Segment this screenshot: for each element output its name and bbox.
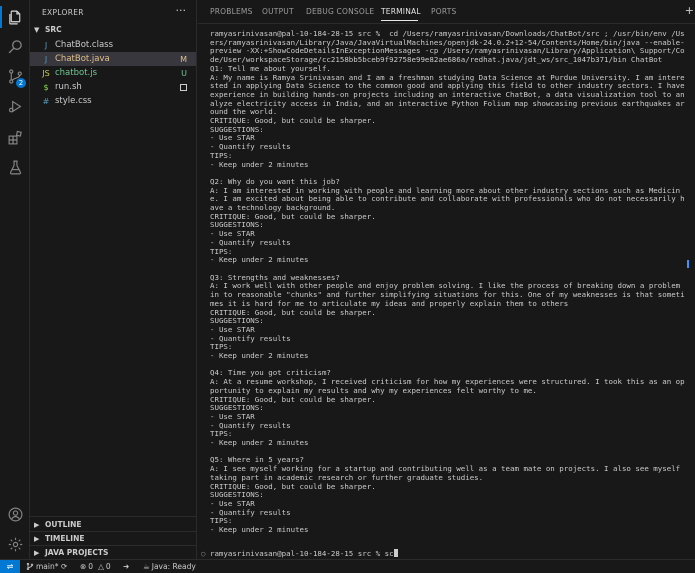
section-timeline[interactable]: ▶ TIMELINE xyxy=(34,534,84,543)
divider xyxy=(30,516,196,517)
tab-problems[interactable]: PROBLEMS xyxy=(210,7,253,16)
tab-ports[interactable]: PORTS xyxy=(431,7,456,16)
run-debug-icon[interactable] xyxy=(5,96,25,116)
explorer-sidebar: EXPLORER ··· ▼ SRC J ChatBot.class J ChatBo… xyxy=(30,0,197,559)
tab-debug-console[interactable]: DEBUG CONSOLE xyxy=(306,7,374,16)
scrollbar-marker[interactable] xyxy=(687,260,689,268)
folder-label: SRC xyxy=(45,25,62,34)
account-icon[interactable] xyxy=(5,504,25,524)
file-type-icon: JS xyxy=(42,68,50,78)
tab-terminal[interactable]: TERMINAL xyxy=(381,7,421,16)
file-item[interactable]: JS chatbot.js U xyxy=(30,66,196,80)
remote-indicator-icon[interactable]: ⇌ xyxy=(0,560,20,573)
port-forward-icon[interactable]: ➜ xyxy=(123,562,129,571)
explorer-title: EXPLORER xyxy=(42,8,84,17)
warning-count: 0 xyxy=(105,562,111,571)
chevron-right-icon: ▶ xyxy=(34,520,40,529)
prompt-text: ramyasrinivasan@pal-10-184-28-15 src % xyxy=(209,549,385,558)
section-label: JAVA PROJECTS xyxy=(45,548,109,557)
file-name: ChatBot.java xyxy=(55,54,110,64)
file-item[interactable]: $ run.sh xyxy=(30,80,196,94)
section-outline[interactable]: ▶ OUTLINE xyxy=(34,520,82,529)
section-java-projects[interactable]: ▶ JAVA PROJECTS xyxy=(34,548,108,557)
file-item[interactable]: J ChatBot.java M xyxy=(30,52,196,66)
java-status-text: Java: Ready xyxy=(151,562,196,571)
terminal-panel: PROBLEMS OUTPUT DEBUG CONSOLE TERMINAL P… xyxy=(198,0,695,559)
git-branch-icon xyxy=(26,562,34,571)
file-type-icon: $ xyxy=(43,82,49,92)
section-label: OUTLINE xyxy=(45,520,82,529)
tab-output[interactable]: OUTPUT xyxy=(262,7,294,16)
sync-icon[interactable]: ⟳ xyxy=(61,562,67,571)
error-icon: ⊗ xyxy=(80,562,87,571)
status-bar: ⇌ main* ⟳ ⊗ 0 △ 0 ➜ ☕ Java: Ready xyxy=(0,559,695,573)
error-count: 0 xyxy=(88,562,94,571)
java-icon: ☕ xyxy=(143,562,150,571)
prompt-circle-icon: ○ xyxy=(201,549,210,558)
file-type-icon: J xyxy=(44,40,48,50)
terminal-prompt[interactable]: ○ ramyasrinivasan@pal-10-184-28-15 src %… xyxy=(201,549,398,558)
active-indicator xyxy=(0,6,2,28)
branch-name: main* xyxy=(36,562,59,571)
branch-indicator[interactable]: main* xyxy=(26,562,59,571)
terminal-cursor xyxy=(393,549,398,557)
active-tab-underline xyxy=(381,20,418,21)
folder-src[interactable]: ▼ SRC xyxy=(34,25,62,34)
search-icon[interactable] xyxy=(5,36,25,56)
scm-badge: 2 xyxy=(16,78,26,88)
divider xyxy=(30,545,196,546)
file-name: chatbot.js xyxy=(55,68,98,78)
file-name: run.sh xyxy=(55,82,82,92)
typed-command: sc xyxy=(384,549,394,558)
file-name: ChatBot.class xyxy=(55,40,114,50)
problems-indicator[interactable]: ⊗ 0 △ 0 xyxy=(80,562,111,571)
divider xyxy=(30,531,196,532)
warning-icon: △ xyxy=(98,562,104,571)
file-type-icon: # xyxy=(42,96,50,106)
section-label: TIMELINE xyxy=(45,534,85,543)
terminal-output[interactable]: ramyasrinivasan@pal-10-184-28-15 src % c… xyxy=(210,29,688,535)
panel-tabs: PROBLEMS OUTPUT DEBUG CONSOLE TERMINAL P… xyxy=(198,0,695,24)
activity-bar: 2 xyxy=(0,0,30,559)
more-actions-button[interactable]: ··· xyxy=(176,4,187,17)
git-status-badge: U xyxy=(181,68,187,78)
java-status[interactable]: ☕ Java: Ready xyxy=(143,562,196,571)
settings-gear-icon[interactable] xyxy=(5,534,25,554)
new-terminal-icon[interactable]: + xyxy=(685,4,694,17)
file-item[interactable]: # style.css xyxy=(30,94,196,108)
chevron-right-icon: ▶ xyxy=(34,534,40,543)
chevron-down-icon: ▼ xyxy=(34,25,40,34)
file-name: style.css xyxy=(55,96,92,106)
chevron-right-icon: ▶ xyxy=(34,548,40,557)
extensions-icon[interactable] xyxy=(5,127,25,147)
file-type-icon: J xyxy=(44,54,48,64)
git-status-badge: M xyxy=(180,54,187,64)
git-status-badge xyxy=(180,83,187,91)
files-icon[interactable] xyxy=(5,7,25,27)
file-item[interactable]: J ChatBot.class xyxy=(30,38,196,52)
testing-icon[interactable] xyxy=(5,157,25,177)
